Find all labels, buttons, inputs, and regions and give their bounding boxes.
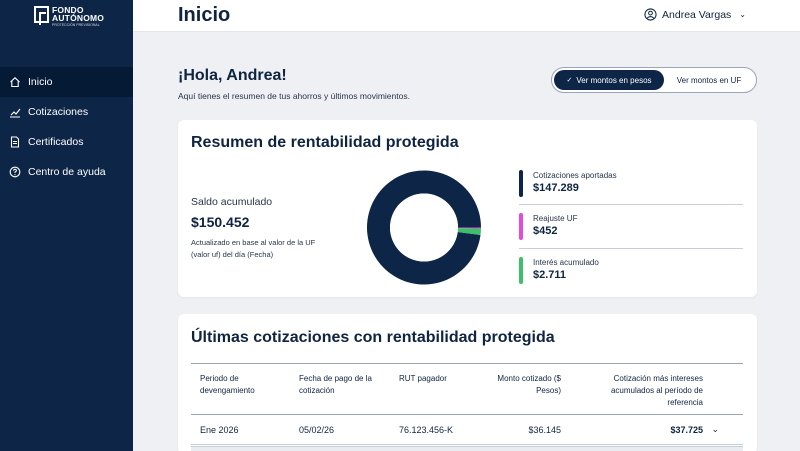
cell-total: $37.725 (670, 425, 703, 435)
legend-label: Interés acumulado (533, 258, 599, 267)
cell-fecha: 05/02/26 (299, 425, 335, 435)
user-name: Andrea Vargas (662, 8, 732, 21)
logo-line2: AUTÓNOMO (52, 13, 105, 23)
legend-swatch (519, 257, 523, 284)
logo-mark-icon (34, 6, 49, 25)
summary-title: Resumen de rentabilidad protegida (191, 134, 459, 151)
legend-label: Reajuste UF (533, 214, 578, 223)
th-total: Cotización más intereses acumulados al p… (610, 374, 703, 407)
donut-hole (390, 193, 458, 262)
sidebar: FONDO AUTÓNOMO PROTECCIÓN PREVISIONAL In… (0, 0, 133, 451)
saldo-note: Actualizado en base al valor de la UF (v… (191, 238, 316, 259)
table-header: Periodo de devengamiento Fecha de pago d… (191, 363, 743, 415)
user-icon (644, 8, 657, 21)
legend-swatch (519, 170, 523, 197)
sidebar-item-cotizaciones[interactable]: Cotizaciones (0, 97, 133, 127)
sidebar-item-certificados[interactable]: Certificados (0, 127, 133, 157)
logo[interactable]: FONDO AUTÓNOMO PROTECCIÓN PREVISIONAL (34, 6, 104, 27)
top-bar: Inicio Andrea Vargas ⌄ (133, 0, 800, 32)
toggle-uf-label: Ver montos en UF (676, 75, 742, 85)
table-row-next (191, 446, 743, 451)
currency-toggle: ✓ Ver montos en pesos Ver montos en UF (551, 67, 757, 93)
cotizaciones-title: Últimas cotizaciones con rentabilidad pr… (191, 329, 555, 346)
table-row[interactable]: Ene 2026 05/02/26 76.123.456-K $36.145 $… (191, 415, 743, 445)
cell-monto: $36.145 (528, 425, 561, 435)
toggle-uf-button[interactable]: Ver montos en UF (664, 70, 754, 90)
legend-value: $2.711 (533, 269, 567, 281)
legend-divider (519, 204, 743, 205)
legend-item-cotizaciones: Cotizaciones aportadas $147.289 (519, 170, 743, 198)
saldo-value: $150.452 (191, 214, 250, 230)
legend-value: $452 (533, 225, 558, 237)
legend-label: Cotizaciones aportadas (533, 171, 617, 180)
legend-value: $147.289 (533, 182, 579, 194)
legend-swatch (519, 213, 523, 240)
toggle-pesos-button[interactable]: ✓ Ver montos en pesos (554, 70, 664, 90)
legend-item-interes: Interés acumulado $2.711 (519, 257, 743, 285)
toggle-pesos-label: Ver montos en pesos (576, 75, 652, 85)
th-monto: Monto cotizado ($ Pesos) (497, 374, 561, 395)
greeting-subtitle: Aquí tienes el resumen de tus ahorros y … (178, 91, 410, 101)
th-rut: RUT pagador (399, 374, 447, 383)
chevron-down-icon[interactable]: ⌄ (711, 424, 719, 435)
greeting-title: ¡Hola, Andrea! (178, 67, 287, 84)
chevron-down-icon: ⌄ (739, 10, 746, 19)
sidebar-nav: Inicio Cotizaciones Certificados Centro … (0, 67, 133, 187)
sidebar-item-label: Inicio (28, 76, 53, 88)
saldo-label: Saldo acumulado (191, 196, 273, 208)
cell-periodo: Ene 2026 (200, 425, 239, 435)
page-title: Inicio (178, 4, 231, 26)
th-periodo: Periodo de devengamiento (200, 374, 255, 395)
logo-tagline: PROTECCIÓN PREVISIONAL (52, 23, 100, 27)
cell-rut: 76.123.456-K (399, 425, 454, 435)
donut-chart (367, 170, 481, 285)
home-icon (9, 76, 21, 88)
cotizaciones-card: Últimas cotizaciones con rentabilidad pr… (178, 314, 757, 451)
user-menu[interactable]: Andrea Vargas ⌄ (644, 8, 746, 21)
sidebar-item-inicio[interactable]: Inicio (0, 67, 133, 97)
help-icon (9, 166, 21, 178)
sidebar-item-label: Certificados (28, 136, 84, 148)
legend-divider (519, 248, 743, 249)
summary-card: Resumen de rentabilidad protegida Saldo … (178, 120, 757, 297)
document-icon (9, 136, 21, 148)
th-fecha: Fecha de pago de la cotización (299, 374, 372, 395)
sidebar-item-label: Cotizaciones (28, 106, 89, 118)
check-icon: ✓ (566, 77, 573, 84)
sidebar-item-label: Centro de ayuda (28, 166, 106, 178)
sidebar-item-centro-de-ayuda[interactable]: Centro de ayuda (0, 157, 133, 187)
chart-icon (9, 106, 21, 118)
legend-item-reajuste: Reajuste UF $452 (519, 213, 743, 241)
